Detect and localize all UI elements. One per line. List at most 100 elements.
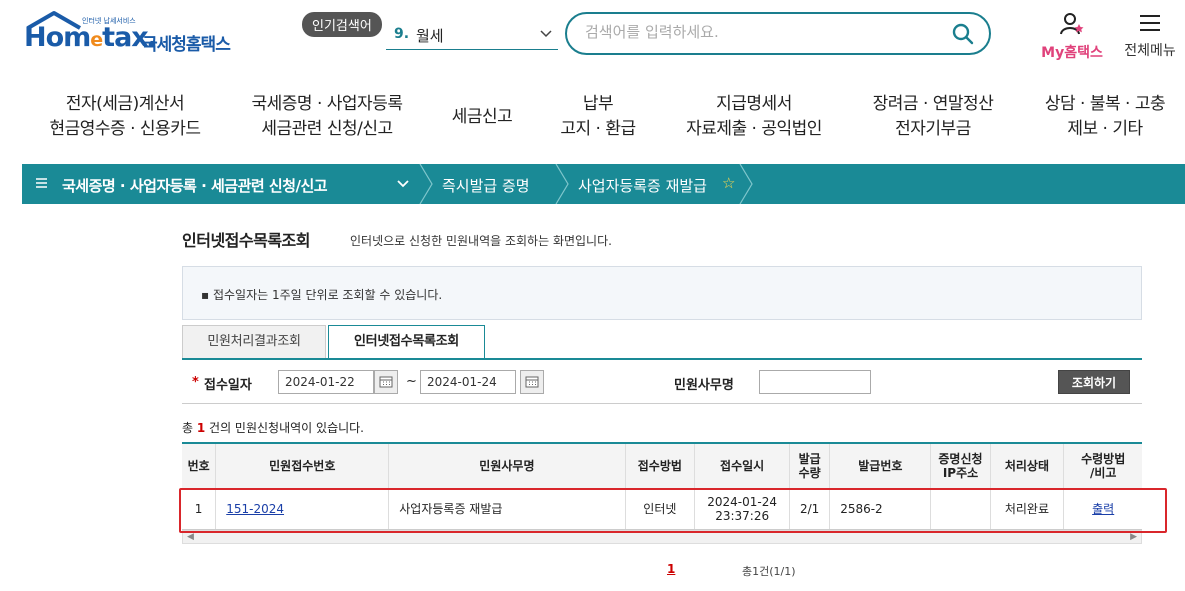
nav-item-certificate[interactable]: 국세증명 · 사업자등록 세금관련 신청/신고 [237, 92, 417, 142]
nav-line: 제보 · 기타 [1067, 119, 1143, 139]
col-header-qty: 발급 수량 [789, 443, 831, 490]
user-icon [1060, 13, 1084, 35]
nav-line: 세금신고 [451, 107, 513, 127]
cell-issue-no: 2586-2 [829, 489, 932, 530]
nav-line: 상담 · 불복 · 고충 [1044, 94, 1166, 114]
scroll-right-icon[interactable]: ▶ [1130, 532, 1137, 542]
nav-item-einvoice[interactable]: 전자(세금)계산서 현금영수증 · 신용카드 [40, 92, 210, 142]
cell-method: 인터넷 [625, 489, 696, 530]
my-hometax-label: My홈택스 [1041, 45, 1103, 61]
count-number: 1 [196, 421, 206, 435]
nav-line: 지급명세서 [716, 94, 792, 114]
favorite-star-icon[interactable]: ☆ [722, 174, 735, 192]
nav-line: 전자기부금 [895, 119, 971, 139]
col-header-service-name: 민원사무명 [388, 443, 626, 490]
cell-ip [930, 489, 991, 530]
col-header-date: 접수일시 [694, 443, 791, 490]
nav-line: 국세증명 · 사업자등록 [251, 94, 403, 114]
count-suffix: 건의 민원신청내역이 있습니다. [205, 421, 364, 435]
pager-total: 총1건(1/1) [742, 565, 796, 578]
service-name-input[interactable] [759, 370, 871, 394]
breadcrumb-level1[interactable]: 국세증명 · 사업자등록 · 세금관련 신청/신고 [62, 175, 328, 196]
nav-line: 장려금 · 연말정산 [872, 94, 994, 114]
col-header-ip: 증명신청 IP주소 [930, 443, 991, 490]
table-row: 1 151-2024 사업자등록증 재발급 인터넷 2024-01-24 23:3… [182, 489, 1142, 530]
col-header-receipt-no: 민원접수번호 [215, 443, 390, 490]
cell-no: 1 [182, 489, 217, 530]
nav-item-payment-statement[interactable]: 지급명세서 자료제출 · 공익법인 [672, 92, 836, 142]
col-header-receive: 수령방법/비고 [1063, 443, 1142, 490]
all-menu-label: 전체메뉴 [1124, 43, 1176, 59]
breadcrumb-level2[interactable]: 즉시발급 증명 [442, 175, 530, 196]
chevron-down-icon [540, 30, 552, 38]
col-header-no: 번호 [182, 443, 217, 490]
date-range-tilde: ~ [406, 374, 417, 389]
cell-receipt-no: 151-2024 [215, 489, 390, 530]
service-name-label: 민원사무명 [674, 378, 734, 393]
nav-item-payment[interactable]: 납부 고지 · 환급 [548, 92, 648, 142]
receipt-date-label: 접수일자 [204, 378, 252, 393]
cell-status: 처리완료 [990, 489, 1065, 530]
menu-icon [36, 178, 47, 188]
tab-result-inquiry[interactable]: 민원처리결과조회 [182, 325, 326, 358]
popular-rank: 9. [394, 26, 410, 42]
notice-text: ▪ 접수일자는 1주일 단위로 조회할 수 있습니다. [201, 288, 443, 302]
page-description: 인터넷으로 신청한 민원내역을 조회하는 화면입니다. [350, 234, 612, 248]
nav-item-incentive[interactable]: 장려금 · 연말정산 전자기부금 [860, 92, 1006, 142]
horizontal-scrollbar[interactable]: ◀ ▶ [182, 530, 1142, 544]
nav-line: 전자(세금)계산서 [65, 94, 185, 114]
cell-qty: 2/1 [789, 489, 831, 530]
my-hometax-button[interactable]: My홈택스 [1036, 12, 1108, 62]
popular-search-dropdown[interactable]: 9. 월세 [386, 20, 558, 50]
cell-date: 2024-01-24 23:37:26 [694, 489, 791, 530]
search-input[interactable] [585, 23, 945, 41]
table-header-row: 번호 민원접수번호 민원사무명 접수방법 접수일시 발급 수량 발급번호 증명신청… [182, 443, 1142, 490]
logo-subtitle: 국세청홈택스 [142, 35, 231, 55]
popular-search-badge: 인기검색어 [302, 12, 382, 37]
cell-receive: 출력 [1063, 489, 1142, 530]
receipt-no-link[interactable]: 151-2024 [226, 502, 284, 516]
count-prefix: 총 [182, 421, 197, 435]
calendar-icon [379, 376, 393, 388]
nav-line: 자료제출 · 공익법인 [686, 119, 822, 139]
chevron-down-icon[interactable] [396, 177, 410, 191]
col-header-issue-no: 발급번호 [829, 443, 932, 490]
popular-keyword: 월세 [416, 27, 444, 45]
breadcrumb: 국세증명 · 사업자등록 · 세금관련 신청/신고 즉시발급 증명 사업자등록증… [22, 164, 1185, 204]
cell-service-name: 사업자등록증 재발급 [388, 489, 626, 530]
print-link[interactable]: 출력 [1092, 502, 1114, 516]
col-header-status: 처리상태 [990, 443, 1065, 490]
nav-item-consult[interactable]: 상담 · 불복 · 고충 제보 · 기타 [1030, 92, 1180, 142]
hometax-logo[interactable]: 인터넷 납세서비스 Hometax. 국세청홈택스 [24, 10, 239, 62]
required-mark: * [192, 375, 199, 390]
breadcrumb-level3[interactable]: 사업자등록증 재발급 [578, 175, 707, 196]
page-title: 인터넷접수목록조회 [182, 231, 310, 250]
hamburger-icon [1140, 15, 1160, 31]
tab-internet-receipt[interactable]: 인터넷접수목록조회 [328, 325, 485, 358]
nav-line: 고지 · 환급 [560, 119, 636, 139]
nav-line: 납부 [582, 94, 614, 114]
nav-line: 세금관련 신청/신고 [261, 119, 393, 139]
main-navigation: 전자(세금)계산서 현금영수증 · 신용카드 국세증명 · 사업자등록 세금관련… [0, 92, 1185, 148]
breadcrumb-separator-icon [739, 164, 753, 204]
col-header-method: 접수방법 [625, 443, 696, 490]
calendar-icon [525, 376, 539, 388]
all-menu-button[interactable]: 전체메뉴 [1120, 12, 1180, 60]
search-icon[interactable] [951, 22, 975, 46]
breadcrumb-separator-icon [419, 164, 433, 204]
scroll-left-icon[interactable]: ◀ [187, 532, 194, 542]
calendar-button-from[interactable] [374, 370, 398, 394]
pager-page-1[interactable]: 1 [667, 562, 675, 576]
result-table: 번호 민원접수번호 민원사무명 접수방법 접수일시 발급 수량 발급번호 증명신청… [182, 442, 1142, 530]
logo-wordmark: Hometax. [24, 22, 158, 53]
calendar-button-to[interactable] [520, 370, 544, 394]
nav-item-tax-return[interactable]: 세금신고 [440, 105, 524, 130]
date-from-input[interactable] [278, 370, 374, 394]
search-box [565, 12, 991, 55]
result-count: 총 1 건의 민원신청내역이 있습니다. [182, 419, 364, 436]
notice-box: ▪ 접수일자는 1주일 단위로 조회할 수 있습니다. [182, 266, 1142, 320]
search-filter: * 접수일자 ~ 민원사무명 조회하기 [182, 358, 1142, 404]
search-button[interactable]: 조회하기 [1058, 370, 1130, 394]
date-to-input[interactable] [420, 370, 516, 394]
nav-line: 현금영수증 · 신용카드 [49, 119, 201, 139]
